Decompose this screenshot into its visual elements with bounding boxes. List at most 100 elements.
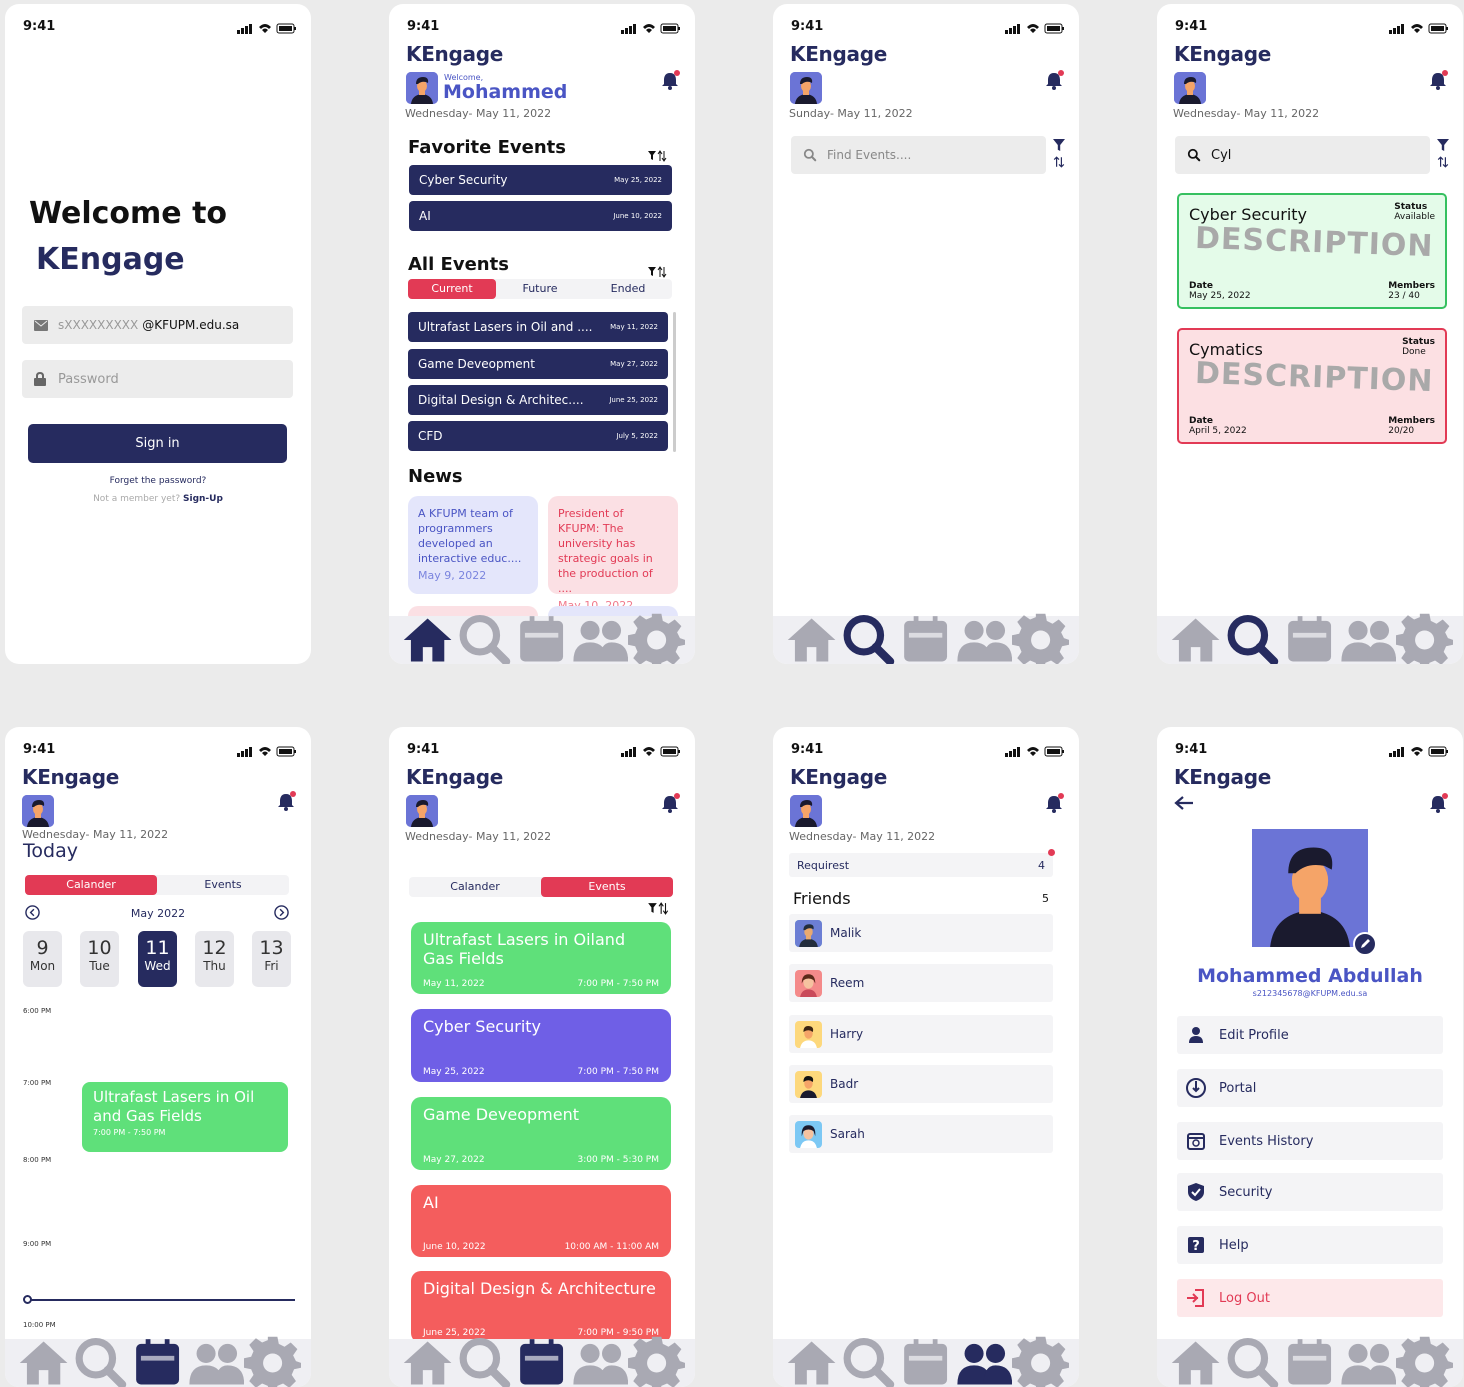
tab-ended[interactable]: Ended [584,279,672,299]
event-card[interactable]: Cyber Security May 25, 2022 7:00 PM - 7:5… [411,1009,671,1082]
avatar[interactable] [790,72,822,104]
avatar[interactable] [790,795,822,827]
day-cell[interactable]: 9 Mon [23,931,62,987]
calendar-icon[interactable] [129,1288,186,1387]
search-icon[interactable] [72,1288,129,1387]
tab-events[interactable]: Events [157,875,289,895]
gear-icon[interactable] [244,1288,301,1387]
people-icon[interactable] [1339,565,1396,664]
search-input[interactable]: Find Events.... [791,136,1046,174]
home-icon[interactable] [1167,565,1224,664]
filter-sort-icon[interactable] [647,150,669,162]
menu-edit-profile[interactable]: Edit Profile [1177,1016,1443,1054]
menu-events-history[interactable]: Events History [1177,1122,1443,1160]
people-icon[interactable] [955,1288,1012,1387]
calendar-event[interactable]: Ultrafast Lasers in Oil and Gas Fields 7… [82,1082,288,1152]
bell-icon[interactable] [659,793,681,815]
calendar-icon[interactable] [513,1288,570,1387]
filter-sort-icon[interactable] [647,902,671,915]
search-input[interactable]: Cyl [1175,136,1430,174]
gear-icon[interactable] [628,565,685,664]
result-card[interactable]: Cyber Security Status Available DESCRIPTI… [1177,193,1447,309]
event-row[interactable]: Digital Design & Architec.... June 25, 20… [408,385,668,415]
chevron-right-icon[interactable] [274,905,289,920]
tab-calendar[interactable]: Calander [409,877,541,897]
bell-icon[interactable] [1427,793,1449,815]
menu-security[interactable]: Security [1177,1173,1443,1211]
calendar-icon[interactable] [1281,1288,1338,1387]
friend-row[interactable]: Sarah [789,1115,1053,1153]
gear-icon[interactable] [1396,565,1453,664]
gear-icon[interactable] [1396,1288,1453,1387]
event-row[interactable]: CFD July 5, 2022 [408,421,668,451]
menu-help[interactable]: ? Help [1177,1226,1443,1264]
bell-icon[interactable] [1427,70,1449,92]
home-icon[interactable] [15,1288,72,1387]
calendar-icon[interactable] [513,565,570,664]
home-icon[interactable] [783,1288,840,1387]
filter-icon[interactable] [1437,139,1449,151]
search-icon[interactable] [456,565,513,664]
tab-current[interactable]: Current [408,279,496,299]
gear-icon[interactable] [1012,565,1069,664]
search-icon[interactable] [840,1288,897,1387]
menu-portal[interactable]: Portal [1177,1069,1443,1107]
password-field[interactable]: Password [22,360,293,398]
home-icon[interactable] [399,1288,456,1387]
favorite-event-row[interactable]: Cyber Security May 25, 2022 [409,165,672,195]
tab-events[interactable]: Events [541,877,673,897]
calendar-icon[interactable] [1281,565,1338,664]
avatar[interactable] [22,795,54,827]
filter-icon[interactable] [1053,139,1065,151]
sort-icon[interactable] [1437,156,1449,168]
friend-row[interactable]: Reem [789,964,1053,1002]
gear-icon[interactable] [628,1288,685,1387]
home-icon[interactable] [399,565,456,664]
edit-photo-icon[interactable] [1353,932,1377,956]
friend-row[interactable]: Harry [789,1015,1053,1053]
event-card[interactable]: Ultrafast Lasers in Oiland Gas Fields Ma… [411,922,671,994]
avatar[interactable] [406,795,438,827]
search-icon[interactable] [1224,1288,1281,1387]
event-row[interactable]: Ultrafast Lasers in Oil and .... May 11, … [408,312,668,342]
tab-calendar[interactable]: Calander [25,875,157,895]
avatar[interactable] [406,72,438,104]
sign-up-link[interactable]: Sign-Up [183,494,223,504]
back-arrow-icon[interactable] [1174,795,1194,811]
day-cell[interactable]: 13 Fri [252,931,291,987]
gear-icon[interactable] [1012,1288,1069,1387]
people-icon[interactable] [571,565,628,664]
search-icon[interactable] [840,565,897,664]
home-icon[interactable] [1167,1288,1224,1387]
people-icon[interactable] [187,1288,244,1387]
event-row[interactable]: Game Deveopment May 27, 2022 [408,349,668,379]
day-cell[interactable]: 10 Tue [80,931,119,987]
forgot-password-link[interactable]: Forget the password? [5,476,311,486]
people-icon[interactable] [1339,1288,1396,1387]
friend-row[interactable]: Badr [789,1065,1053,1103]
event-card[interactable]: AI June 10, 2022 10:00 AM - 11:00 AM [411,1185,671,1257]
sign-in-button[interactable]: Sign in [28,424,287,463]
email-field[interactable]: sXXXXXXXXX @KFUPM.edu.sa [22,306,293,344]
requests-row[interactable]: Requirest 4 [789,853,1053,877]
people-icon[interactable] [571,1288,628,1387]
bell-icon[interactable] [1043,70,1065,92]
calendar-icon[interactable] [897,565,954,664]
bell-icon[interactable] [1043,793,1065,815]
result-card[interactable]: Cymatics Status Done DESCRIPTION Date Apri… [1177,328,1447,444]
bell-icon[interactable] [659,70,681,92]
favorite-event-row[interactable]: AI June 10, 2022 [409,201,672,231]
sort-icon[interactable] [1053,156,1065,168]
search-icon[interactable] [456,1288,513,1387]
bell-icon[interactable] [275,791,297,813]
search-icon[interactable] [1224,565,1281,664]
day-cell-selected[interactable]: 11 Wed [138,931,177,987]
filter-sort-icon[interactable] [647,266,669,278]
calendar-icon[interactable] [897,1288,954,1387]
friend-row[interactable]: Malik [789,914,1053,952]
tab-future[interactable]: Future [496,279,584,299]
day-cell[interactable]: 12 Thu [195,931,234,987]
event-card[interactable]: Game Deveopment May 27, 2022 3:00 PM - 5:… [411,1097,671,1170]
people-icon[interactable] [955,565,1012,664]
avatar[interactable] [1174,72,1206,104]
